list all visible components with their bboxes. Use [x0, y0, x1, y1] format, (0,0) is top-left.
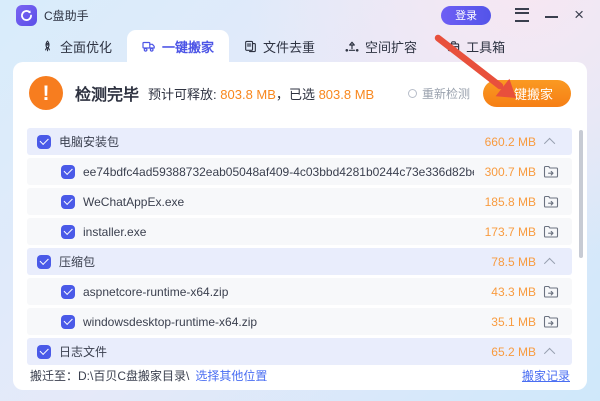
file-row[interactable]: windowsdesktop-runtime-x64.zip35.1 MB: [27, 308, 572, 335]
file-size: 35.1 MB: [474, 315, 536, 329]
file-row[interactable]: aspnetcore-runtime-x64.zip43.3 MB: [27, 278, 572, 305]
file-name: windowsdesktop-runtime-x64.zip: [83, 315, 474, 329]
scan-status: 检测完毕: [75, 81, 139, 105]
file-name: ee74bdfc4ad59388732eab05048af409-4c03bbd…: [83, 165, 474, 179]
category-row[interactable]: 压缩包78.5 MB: [27, 248, 572, 275]
checkbox-checked-icon[interactable]: [61, 315, 75, 329]
close-icon[interactable]: ×: [574, 8, 584, 22]
truck-icon: [142, 40, 156, 53]
exclamation-circle-icon: [29, 76, 63, 110]
tab-label: 全面优化: [60, 37, 112, 56]
folder-move-icon[interactable]: [543, 285, 559, 299]
category-size: 660.2 MB: [474, 135, 536, 149]
recheck-button[interactable]: 重新检测: [408, 85, 470, 102]
file-name: WeChatAppEx.exe: [83, 195, 474, 209]
tab-bar: 全面优化 一键搬家 文件去重: [26, 30, 520, 62]
scrollbar-thumb[interactable]: [579, 130, 583, 258]
file-size: 43.3 MB: [474, 285, 536, 299]
one-click-move-button[interactable]: 一键搬家: [483, 80, 571, 107]
checkbox-checked-icon[interactable]: [61, 195, 75, 209]
app-title: C盘助手: [44, 7, 89, 24]
checkbox-checked-icon[interactable]: [61, 165, 75, 179]
move-target-label: 搬迁至：: [30, 367, 78, 384]
file-size: 173.7 MB: [474, 225, 536, 239]
menu-icon[interactable]: [515, 8, 529, 22]
file-name: aspnetcore-runtime-x64.zip: [83, 285, 474, 299]
app-window: C盘助手 登录 × 全面优化 一键搬家: [0, 0, 600, 401]
tab-full-optimization[interactable]: 全面优化: [26, 30, 127, 62]
expand-jack-icon: [345, 40, 359, 53]
file-size: 300.7 MB: [474, 165, 536, 179]
tab-label: 工具箱: [466, 37, 505, 56]
rocket-icon: [41, 40, 54, 53]
tab-label: 一键搬家: [162, 37, 214, 56]
duplicate-files-icon: [244, 40, 257, 53]
folder-move-icon[interactable]: [543, 195, 559, 209]
category-row[interactable]: 日志文件65.2 MB: [27, 338, 572, 365]
chevron-up-icon[interactable]: [544, 347, 555, 358]
choose-other-location-link[interactable]: 选择其他位置: [195, 367, 267, 384]
checkbox-checked-icon[interactable]: [61, 285, 75, 299]
category-label: 日志文件: [59, 343, 474, 360]
chevron-up-icon[interactable]: [544, 257, 555, 268]
tab-file-dedup[interactable]: 文件去重: [229, 30, 330, 62]
category-size: 65.2 MB: [474, 345, 536, 359]
login-button[interactable]: 登录: [441, 6, 491, 25]
tab-one-click-move[interactable]: 一键搬家: [127, 30, 229, 62]
scan-detail: 预计可释放: 803.8 MB，已选 803.8 MB: [148, 84, 374, 103]
file-row[interactable]: installer.exe173.7 MB: [27, 218, 572, 245]
file-row[interactable]: WeChatAppEx.exe185.8 MB: [27, 188, 572, 215]
checkbox-checked-icon[interactable]: [37, 255, 51, 269]
app-logo-icon: [16, 5, 37, 26]
category-label: 压缩包: [59, 253, 474, 270]
footer-bar: 搬迁至： D:\百贝C盘搬家目录\ 选择其他位置 搬家记录: [30, 365, 570, 385]
move-target-path: D:\百贝C盘搬家目录\: [78, 367, 189, 384]
tab-label: 空间扩容: [365, 37, 417, 56]
checkbox-checked-icon[interactable]: [61, 225, 75, 239]
recheck-label: 重新检测: [422, 85, 470, 102]
tab-label: 文件去重: [263, 37, 315, 56]
title-bar: C盘助手 登录 ×: [0, 0, 600, 30]
minimize-icon[interactable]: [545, 16, 558, 18]
file-row[interactable]: ee74bdfc4ad59388732eab05048af409-4c03bbd…: [27, 158, 572, 185]
scan-summary: 检测完毕 预计可释放: 803.8 MB，已选 803.8 MB 重新检测 一键…: [13, 62, 587, 124]
toolbox-icon: [447, 40, 460, 53]
checkbox-checked-icon[interactable]: [37, 345, 51, 359]
category-row[interactable]: 电脑安装包660.2 MB: [27, 128, 572, 155]
main-panel: 检测完毕 预计可释放: 803.8 MB，已选 803.8 MB 重新检测 一键…: [13, 62, 587, 390]
folder-move-icon[interactable]: [543, 225, 559, 239]
chevron-up-icon[interactable]: [544, 137, 555, 148]
tab-space-expansion[interactable]: 空间扩容: [330, 30, 432, 62]
refresh-circle-icon: [408, 89, 417, 98]
folder-move-icon[interactable]: [543, 165, 559, 179]
category-label: 电脑安装包: [59, 133, 474, 150]
move-history-link[interactable]: 搬家记录: [522, 367, 570, 384]
file-name: installer.exe: [83, 225, 474, 239]
tab-toolbox[interactable]: 工具箱: [432, 30, 520, 62]
category-size: 78.5 MB: [474, 255, 536, 269]
folder-move-icon[interactable]: [543, 315, 559, 329]
checkbox-checked-icon[interactable]: [37, 135, 51, 149]
file-list: 电脑安装包660.2 MB ee74bdfc4ad59388732eab05048…: [27, 128, 572, 368]
file-size: 185.8 MB: [474, 195, 536, 209]
